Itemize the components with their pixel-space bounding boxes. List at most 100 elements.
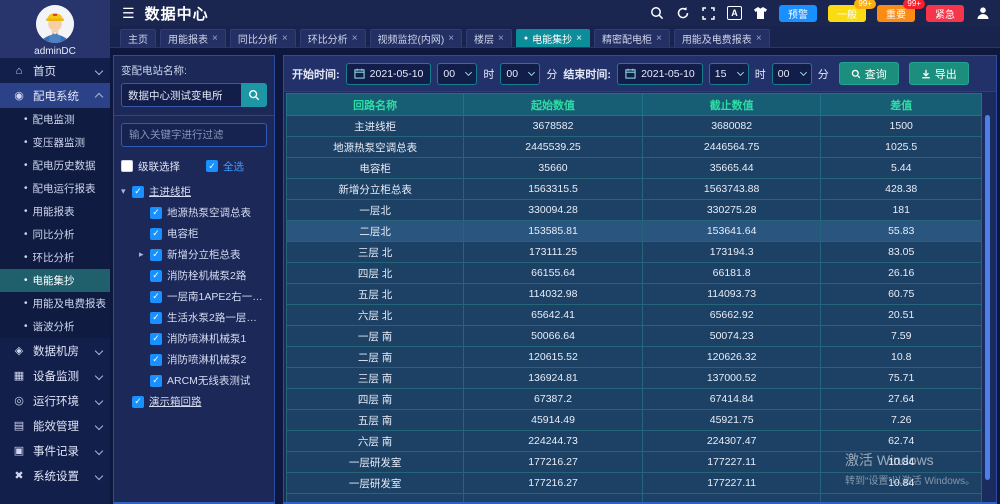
close-icon[interactable]: × bbox=[212, 33, 218, 44]
table-row-highlighted[interactable]: 二层北153585.81153641.6455.83 bbox=[287, 221, 982, 242]
tree-node[interactable]: ✓消防喷淋机械泵1 bbox=[121, 328, 267, 349]
end-minute-select[interactable]: 00 bbox=[772, 63, 812, 85]
node-checkbox[interactable]: ✓ bbox=[132, 396, 144, 408]
close-icon[interactable]: × bbox=[448, 33, 454, 44]
tab-energy-report[interactable]: 用能报表× bbox=[160, 29, 226, 47]
urgent-alert-button[interactable]: 紧急 bbox=[926, 5, 964, 22]
close-icon[interactable]: × bbox=[656, 33, 662, 44]
tree-filter-input[interactable] bbox=[121, 123, 267, 147]
table-row[interactable]: 四层 南67387.267414.8427.64 bbox=[287, 389, 982, 410]
tab-yoy-analysis[interactable]: 同比分析× bbox=[230, 29, 296, 47]
table-row[interactable]: 一层研发室177216.27177227.1110.84 bbox=[287, 452, 982, 473]
user-icon[interactable] bbox=[975, 6, 990, 21]
sidebar-item-mom-analysis[interactable]: •环比分析 bbox=[0, 246, 110, 269]
general-alert-button[interactable]: 一般 99+ bbox=[828, 5, 866, 22]
node-checkbox[interactable]: ✓ bbox=[150, 249, 162, 261]
table-row[interactable]: 一层北330094.28330275.28181 bbox=[287, 200, 982, 221]
end-date-picker[interactable]: 2021-05-10 bbox=[617, 63, 703, 85]
tab-precision-cabinet[interactable]: 精密配电柜× bbox=[594, 29, 670, 47]
table-row[interactable]: 二层 南120615.52120626.3210.8 bbox=[287, 347, 982, 368]
sidebar-item-energy-efficiency[interactable]: ▤ 能效管理 bbox=[0, 413, 110, 438]
table-row[interactable]: 地源热泵空调总表2445539.252446564.751025.5 bbox=[287, 137, 982, 158]
close-icon[interactable]: × bbox=[498, 33, 504, 44]
sidebar-item-power-monitor[interactable]: •配电监测 bbox=[0, 108, 110, 131]
sidebar-item-yoy-analysis[interactable]: •同比分析 bbox=[0, 223, 110, 246]
refresh-icon[interactable] bbox=[675, 6, 690, 21]
node-checkbox[interactable]: ✓ bbox=[150, 228, 162, 240]
sidebar-item-system-settings[interactable]: ✖ 系统设置 bbox=[0, 463, 110, 488]
sidebar-item-meter-reading[interactable]: •电能集抄 bbox=[0, 269, 110, 292]
node-checkbox[interactable]: ✓ bbox=[150, 291, 162, 303]
table-row[interactable]: 六层 南224244.73224307.4762.74 bbox=[287, 431, 982, 452]
table-row[interactable]: 新增分立柜总表1563315.51563743.88428.38 bbox=[287, 179, 982, 200]
start-date-picker[interactable]: 2021-05-10 bbox=[346, 63, 432, 85]
tree-node[interactable]: ✓消防栓机械泵2路 bbox=[121, 265, 267, 286]
tab-energy-fee-report[interactable]: 用能及电费报表× bbox=[674, 29, 770, 47]
table-row-partial[interactable] bbox=[287, 494, 982, 503]
select-all-checkbox[interactable]: ✓ bbox=[206, 160, 218, 172]
tab-video-monitor[interactable]: 视频监控(内网)× bbox=[370, 29, 463, 47]
sidebar-item-home[interactable]: ⌂ 首页 bbox=[0, 58, 110, 83]
sidebar-item-data-room[interactable]: ◈ 数据机房 bbox=[0, 338, 110, 363]
sidebar-item-harmonic-analysis[interactable]: •谐波分析 bbox=[0, 315, 110, 338]
sidebar-item-device-monitor[interactable]: ▦ 设备监测 bbox=[0, 363, 110, 388]
tree-node[interactable]: ▸✓新增分立柜总表 bbox=[121, 244, 267, 265]
tree-node[interactable]: ✓生活水泵2路一层弱电房 bbox=[121, 307, 267, 328]
sidebar-item-transformer-monitor[interactable]: •变压器监测 bbox=[0, 131, 110, 154]
table-scrollbar[interactable] bbox=[985, 115, 990, 480]
close-icon[interactable]: × bbox=[282, 33, 288, 44]
close-icon[interactable]: × bbox=[352, 33, 358, 44]
font-size-icon[interactable]: A bbox=[727, 6, 742, 20]
table-row[interactable]: 六层 北65642.4165662.9220.51 bbox=[287, 305, 982, 326]
hamburger-icon[interactable]: ☰ bbox=[122, 5, 135, 22]
sidebar-item-environment[interactable]: ◎ 运行环境 bbox=[0, 388, 110, 413]
table-row[interactable]: 主进线柜367858236800821500 bbox=[287, 116, 982, 137]
theme-shirt-icon[interactable] bbox=[753, 6, 768, 21]
node-checkbox[interactable]: ✓ bbox=[150, 312, 162, 324]
tree-node[interactable]: ✓ARCM无线表测试 bbox=[121, 370, 267, 391]
close-icon[interactable]: × bbox=[756, 33, 762, 44]
tab-home[interactable]: 主页 bbox=[120, 29, 156, 47]
important-alert-button[interactable]: 重要 99+ bbox=[877, 5, 915, 22]
start-hour-select[interactable]: 00 bbox=[437, 63, 477, 85]
node-checkbox[interactable]: ✓ bbox=[150, 375, 162, 387]
station-search-button[interactable] bbox=[241, 83, 267, 107]
tab-meter-reading[interactable]: ●电能集抄× bbox=[516, 29, 590, 47]
tree-node[interactable]: ✓一层南1APE2右一层北1APE1左 bbox=[121, 286, 267, 307]
table-row[interactable]: 三层 南136924.81137000.5275.71 bbox=[287, 368, 982, 389]
tab-floor[interactable]: 楼层× bbox=[466, 29, 512, 47]
tree-node[interactable]: ▾✓主进线柜 bbox=[121, 181, 267, 202]
node-checkbox[interactable]: ✓ bbox=[150, 207, 162, 219]
sidebar-item-power-history[interactable]: •配电历史数据 bbox=[0, 154, 110, 177]
node-checkbox[interactable]: ✓ bbox=[150, 270, 162, 282]
fullscreen-icon[interactable] bbox=[701, 6, 716, 21]
sidebar-item-energy-report[interactable]: •用能报表 bbox=[0, 200, 110, 223]
tab-mom-analysis[interactable]: 环比分析× bbox=[300, 29, 366, 47]
sidebar-item-power-run-report[interactable]: •配电运行报表 bbox=[0, 177, 110, 200]
table-row[interactable]: 四层 北66155.6466181.826.16 bbox=[287, 263, 982, 284]
table-row[interactable]: 电容柜3566035665.445.44 bbox=[287, 158, 982, 179]
tree-node[interactable]: ✓地源热泵空调总表 bbox=[121, 202, 267, 223]
table-row[interactable]: 一层研发室177216.27177227.1110.84 bbox=[287, 473, 982, 494]
node-checkbox[interactable]: ✓ bbox=[132, 186, 144, 198]
node-checkbox[interactable]: ✓ bbox=[150, 333, 162, 345]
tree-node[interactable]: ✓演示箱回路 bbox=[121, 391, 267, 412]
end-hour-select[interactable]: 15 bbox=[709, 63, 749, 85]
table-row[interactable]: 三层 北173111.25173194.383.05 bbox=[287, 242, 982, 263]
sidebar-item-energy-fee-report[interactable]: •用能及电费报表 bbox=[0, 292, 110, 315]
tree-node[interactable]: ✓电容柜 bbox=[121, 223, 267, 244]
node-checkbox[interactable]: ✓ bbox=[150, 354, 162, 366]
warning-button[interactable]: 预警 bbox=[779, 5, 817, 22]
table-row[interactable]: 五层 北114032.98114093.7360.75 bbox=[287, 284, 982, 305]
sidebar-item-power-system[interactable]: ◉ 配电系统 bbox=[0, 83, 110, 108]
sidebar-item-event-log[interactable]: ▣ 事件记录 bbox=[0, 438, 110, 463]
search-icon[interactable] bbox=[649, 6, 664, 21]
tree-expander-icon[interactable]: ▾ bbox=[121, 186, 132, 197]
cascade-checkbox[interactable] bbox=[121, 160, 133, 172]
tree-node[interactable]: ✓消防喷淋机械泵2 bbox=[121, 349, 267, 370]
start-minute-select[interactable]: 00 bbox=[500, 63, 540, 85]
tree-expander-icon[interactable]: ▸ bbox=[139, 249, 150, 260]
close-icon[interactable]: × bbox=[576, 33, 582, 44]
table-row[interactable]: 一层 南50066.6450074.237.59 bbox=[287, 326, 982, 347]
user-block[interactable]: adminDC bbox=[0, 0, 110, 58]
